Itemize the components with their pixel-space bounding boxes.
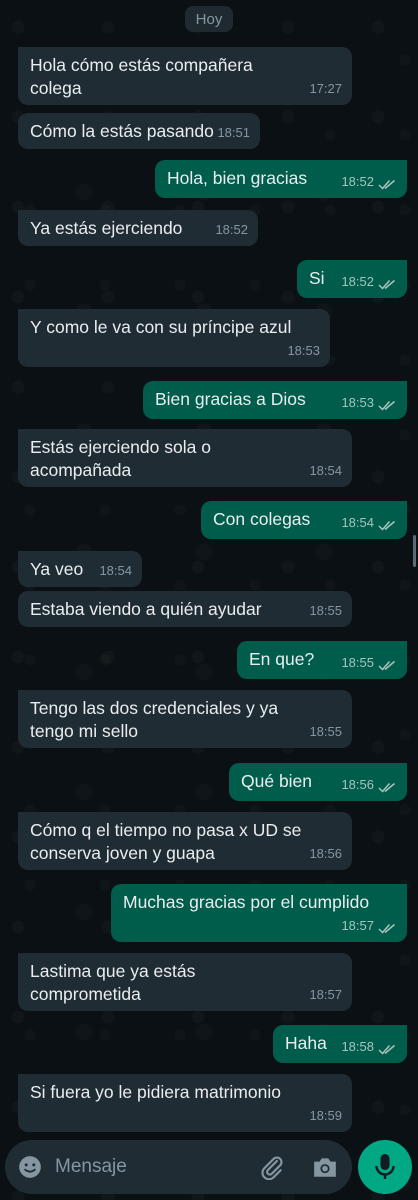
incoming-message[interactable]: Si fuera yo le pidiera matrimonio 18:59 [18,1074,352,1132]
emoji-icon[interactable] [17,1154,43,1180]
date-separator: Hoy [185,6,233,32]
message-text: Si fuera yo le pidiera matrimonio [30,1082,281,1102]
incoming-message[interactable]: Y como le va con su príncipe azul 18:53 [18,309,330,367]
message-time: 18:54 [99,563,132,578]
message-time: 18:55 [309,603,342,618]
double-check-icon [378,400,395,411]
message-time: 18:51 [217,125,250,140]
double-check-icon [378,279,395,290]
message-time: 18:53 [341,395,374,410]
message-time: 18:55 [309,724,342,739]
double-check-icon [378,660,395,671]
incoming-message[interactable]: Cómo q el tiempo no pasa x UD se conserva… [18,812,352,870]
message-text: colega [30,78,82,98]
message-time: 18:52 [215,222,248,237]
message-time: 18:57 [341,918,374,933]
scrollbar-thumb[interactable] [413,535,416,567]
message-text: Bien gracias a Dios [155,389,306,409]
incoming-message[interactable]: Cómo la estás pasando 18:51 [18,113,260,149]
message-text: En que? [249,649,315,669]
message-text: Y como le va con su príncipe azul [30,317,292,337]
message-text: Ya estás ejerciendo [30,218,183,238]
message-text: Muchas gracias por el cumplido [123,892,370,912]
double-check-icon [378,1044,395,1055]
message-text: comprometida [30,984,141,1004]
message-time: 18:59 [309,1108,342,1123]
outgoing-message[interactable]: Muchas gracias por el cumplido 18:57 [111,884,407,942]
message-text: Tengo las dos credenciales y ya [30,698,279,718]
message-text: Si [309,268,325,288]
outgoing-message[interactable]: Bien gracias a Dios 18:53 [143,381,407,419]
message-time: 18:58 [341,1039,374,1054]
incoming-message[interactable]: Lastima que ya estás comprometida 18:57 [18,953,352,1011]
message-text: Qué bien [241,771,313,791]
outgoing-message[interactable]: En que? 18:55 [237,641,407,679]
message-text: Ya veo [30,559,84,579]
message-text: conserva joven y guapa [30,843,215,863]
message-text: Hola cómo estás compañera [30,55,253,75]
outgoing-message[interactable]: Qué bien 18:56 [229,763,407,801]
message-time: 18:57 [309,987,342,1002]
incoming-message[interactable]: Tengo las dos credenciales y ya tengo mi … [18,690,352,748]
message-time: 18:55 [341,655,374,670]
incoming-message[interactable]: Ya veo 18:54 [18,551,142,587]
message-input-bar[interactable]: Mensaje [5,1140,352,1194]
message-time: 18:52 [341,274,374,289]
message-time: 18:54 [341,515,374,530]
message-text: Lastima que ya estás [30,961,196,981]
message-text: Cómo la estás pasando [30,121,214,141]
double-check-icon [378,179,395,190]
incoming-message[interactable]: Estás ejerciendo sola o acompañada 18:54 [18,429,352,487]
incoming-message[interactable]: Hola cómo estás compañera colega 17:27 [18,47,352,105]
message-time: 18:53 [287,343,320,358]
message-time: 18:54 [309,463,342,478]
paperclip-icon[interactable] [259,1154,285,1180]
camera-icon[interactable] [312,1155,338,1179]
incoming-message[interactable]: Estaba viendo a quién ayudar 18:55 [18,591,352,627]
message-time: 18:52 [341,174,374,189]
microphone-icon [375,1154,395,1179]
message-text: Haha [285,1033,327,1053]
message-text: acompañada [30,460,132,480]
microphone-button[interactable] [358,1140,412,1194]
outgoing-message[interactable]: Haha 18:58 [273,1025,407,1063]
message-text: Estás ejerciendo sola o [30,437,211,457]
outgoing-message[interactable]: Hola, bien gracias 18:52 [155,160,407,198]
outgoing-message[interactable]: Con colegas 18:54 [201,501,407,539]
message-time: 18:56 [309,846,342,861]
incoming-message[interactable]: Ya estás ejerciendo 18:52 [18,210,258,246]
message-time: 17:27 [309,81,342,96]
message-input[interactable]: Mensaje [55,1156,127,1178]
message-text: Estaba viendo a quién ayudar [30,599,262,619]
double-check-icon [378,923,395,934]
outgoing-message[interactable]: Si 18:52 [297,260,407,298]
double-check-icon [378,782,395,793]
message-text: Con colegas [213,509,311,529]
double-check-icon [378,520,395,531]
message-text: tengo mi sello [30,721,138,741]
message-time: 18:56 [341,777,374,792]
message-text: Cómo q el tiempo no pasa x UD se [30,820,302,840]
message-text: Hola, bien gracias [167,168,308,188]
